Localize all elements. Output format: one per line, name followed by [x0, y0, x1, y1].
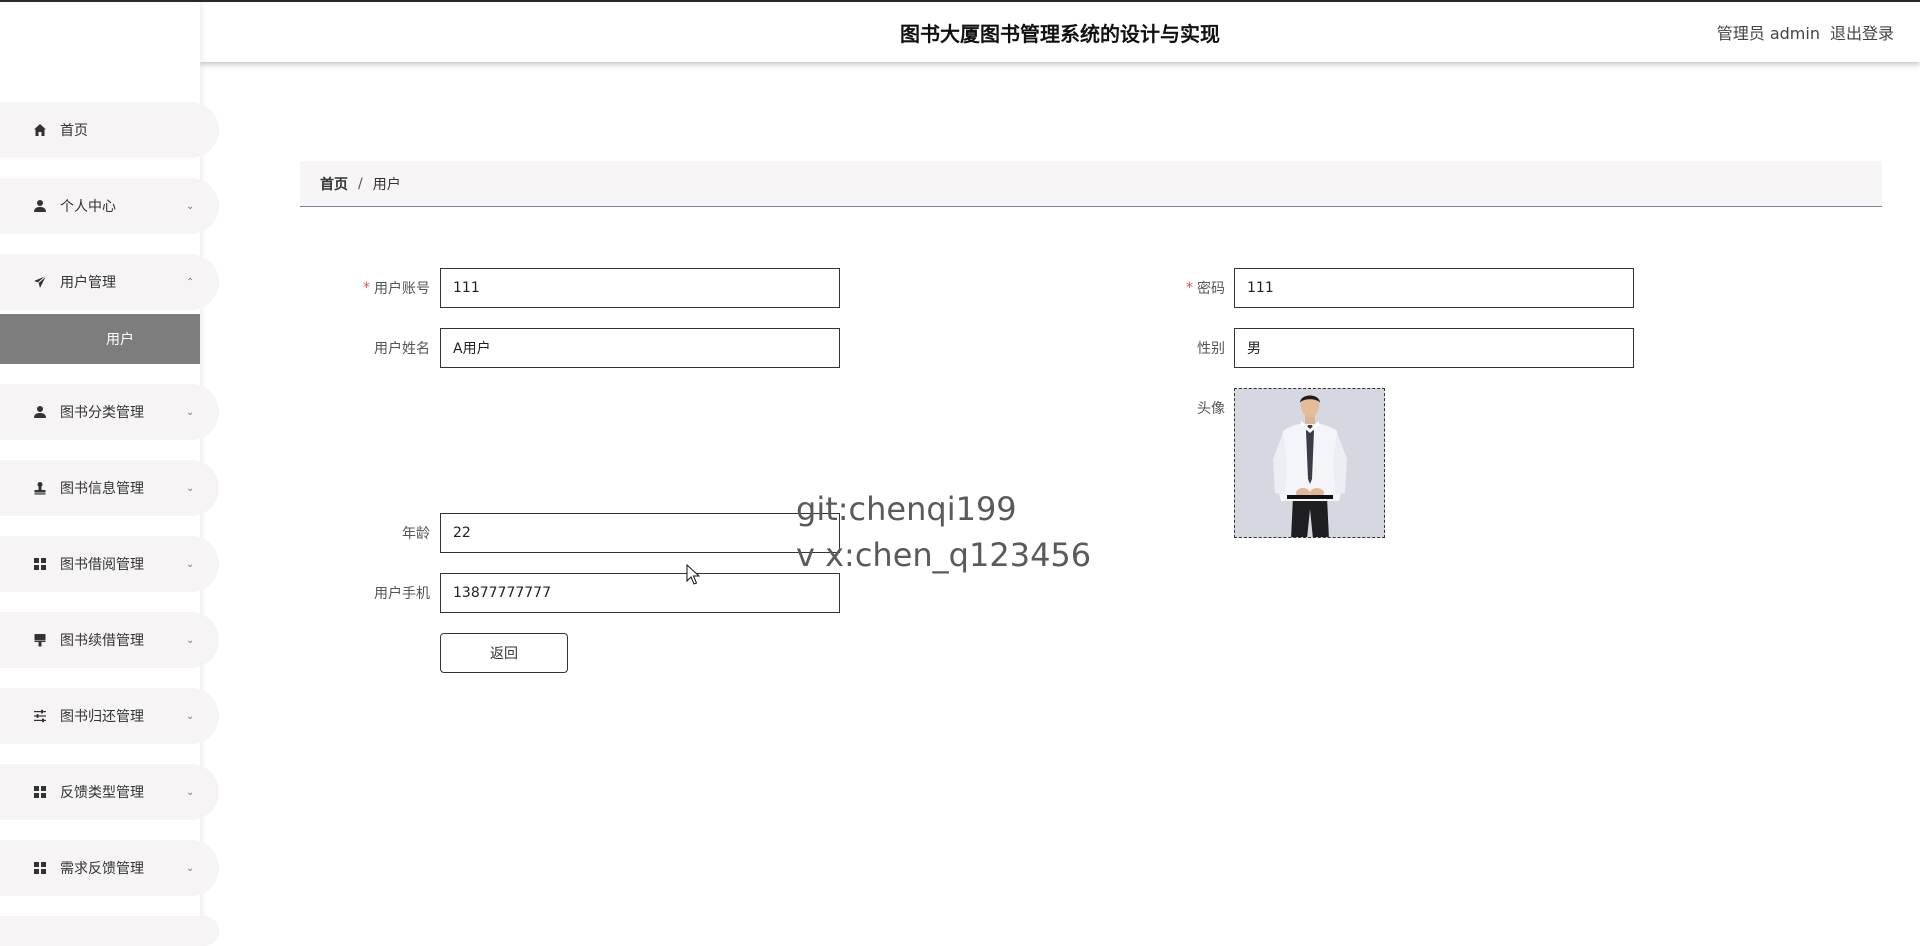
- home-icon: [32, 122, 48, 138]
- password-label-text: 密码: [1197, 281, 1225, 297]
- grid-icon: [32, 784, 48, 800]
- required-mark: *: [1186, 280, 1193, 296]
- back-button[interactable]: 返回: [440, 633, 568, 673]
- watermark-line-2: v x:chen_q123456: [796, 536, 1092, 574]
- chevron-up-icon: ⌃: [186, 276, 195, 288]
- current-user-label: 管理员 admin: [1716, 24, 1820, 43]
- watermark-text: git:chenqi199 v x:chen_q123456: [796, 486, 1091, 578]
- sidebar-item-user-management[interactable]: 用户管理 ⌃: [0, 254, 219, 310]
- sidebar-item-book-renew[interactable]: 图书续借管理 ⌄: [0, 612, 219, 668]
- phone-field[interactable]: 13877777777: [440, 573, 840, 613]
- breadcrumb-separator: /: [358, 175, 363, 192]
- stamp-icon: [32, 480, 48, 496]
- chevron-down-icon: ⌄: [186, 862, 195, 874]
- sidebar-item-label: 个人中心: [60, 199, 116, 215]
- name-label-text: 用户姓名: [374, 341, 430, 357]
- phone-label: 用户手机: [280, 573, 430, 613]
- sidebar-item-feedback-type[interactable]: 反馈类型管理 ⌄: [0, 764, 219, 820]
- header-user-area: 管理员 admin 退出登录: [1717, 2, 1894, 62]
- age-label: 年龄: [280, 513, 430, 553]
- person-icon: [32, 198, 48, 214]
- gender-label-text: 性别: [1197, 341, 1225, 357]
- sidebar-item-book-category[interactable]: 图书分类管理 ⌄: [0, 384, 219, 440]
- chevron-down-icon: ⌄: [186, 482, 195, 494]
- sidebar-item-label: 图书归还管理: [60, 709, 144, 725]
- sidebar-item-home[interactable]: 首页: [0, 102, 219, 158]
- sidebar-item-label: 用户管理: [60, 275, 116, 291]
- avatar-image[interactable]: [1234, 388, 1385, 538]
- password-field[interactable]: 111: [1234, 268, 1634, 308]
- person-icon: [32, 404, 48, 420]
- account-label-text: 用户账号: [374, 281, 430, 297]
- mouse-cursor-icon: [686, 563, 701, 590]
- name-label: 用户姓名: [280, 328, 430, 368]
- account-field[interactable]: 111: [440, 268, 840, 308]
- account-label: * 用户账号: [280, 268, 430, 308]
- sidebar-item-book-info[interactable]: 图书信息管理 ⌄: [0, 460, 219, 516]
- gender-label: 性别: [1075, 328, 1225, 368]
- watermark-line-1: git:chenqi199: [796, 490, 1017, 528]
- app-title: 图书大厦图书管理系统的设计与实现: [900, 21, 1220, 46]
- avatar-person-illustration: [1235, 389, 1384, 537]
- sidebar-item-label: 图书分类管理: [60, 405, 144, 421]
- chevron-down-icon: ⌄: [186, 786, 195, 798]
- chevron-down-icon: ⌄: [186, 406, 195, 418]
- required-mark: *: [363, 280, 370, 296]
- sidebar-item-personal-center[interactable]: 个人中心 ⌄: [0, 178, 219, 234]
- phone-label-text: 用户手机: [374, 586, 430, 602]
- gender-field[interactable]: 男: [1234, 328, 1634, 368]
- name-field[interactable]: A用户: [440, 328, 840, 368]
- sidebar-item-label: 反馈类型管理: [60, 785, 144, 801]
- sidebar-item-demand-feedback[interactable]: 需求反馈管理 ⌄: [0, 840, 219, 896]
- sidebar-item-label: 首页: [60, 123, 88, 139]
- age-label-text: 年龄: [402, 526, 430, 542]
- chevron-down-icon: ⌄: [186, 200, 195, 212]
- sidebar-item-partial[interactable]: [0, 916, 219, 946]
- top-header: 图书大厦图书管理系统的设计与实现 管理员 admin 退出登录: [200, 2, 1920, 62]
- sidebar: 首页 个人中心 ⌄ 用户管理 ⌃ 用户 图书分类管理 ⌄ 图书信息管理 ⌄ 图书…: [0, 2, 219, 946]
- breadcrumb-home[interactable]: 首页: [320, 174, 348, 194]
- grid-icon: [32, 556, 48, 572]
- sidebar-item-label: 需求反馈管理: [60, 861, 144, 877]
- password-label: * 密码: [1075, 268, 1225, 308]
- brush-icon: [32, 632, 48, 648]
- chevron-down-icon: ⌄: [186, 710, 195, 722]
- age-field[interactable]: 22: [440, 513, 840, 553]
- sidebar-item-label: 图书续借管理: [60, 633, 144, 649]
- sidebar-item-book-borrow[interactable]: 图书借阅管理 ⌄: [0, 536, 219, 592]
- grid-icon: [32, 860, 48, 876]
- avatar-label: 头像: [1075, 388, 1225, 428]
- sidebar-item-label: 图书信息管理: [60, 481, 144, 497]
- send-icon: [32, 274, 48, 290]
- breadcrumb: 首页 / 用户: [300, 161, 1882, 207]
- sidebar-item-book-return[interactable]: 图书归还管理 ⌄: [0, 688, 219, 744]
- logout-link[interactable]: 退出登录: [1830, 20, 1894, 44]
- breadcrumb-current: 用户: [372, 176, 401, 193]
- chevron-down-icon: ⌄: [186, 558, 195, 570]
- sliders-icon: [32, 708, 48, 724]
- submenu-item-label: 用户: [106, 332, 134, 348]
- chevron-down-icon: ⌄: [186, 634, 195, 646]
- sidebar-item-label: 图书借阅管理: [60, 557, 144, 573]
- submenu-item-user[interactable]: 用户: [0, 314, 200, 364]
- avatar-label-text: 头像: [1197, 401, 1225, 417]
